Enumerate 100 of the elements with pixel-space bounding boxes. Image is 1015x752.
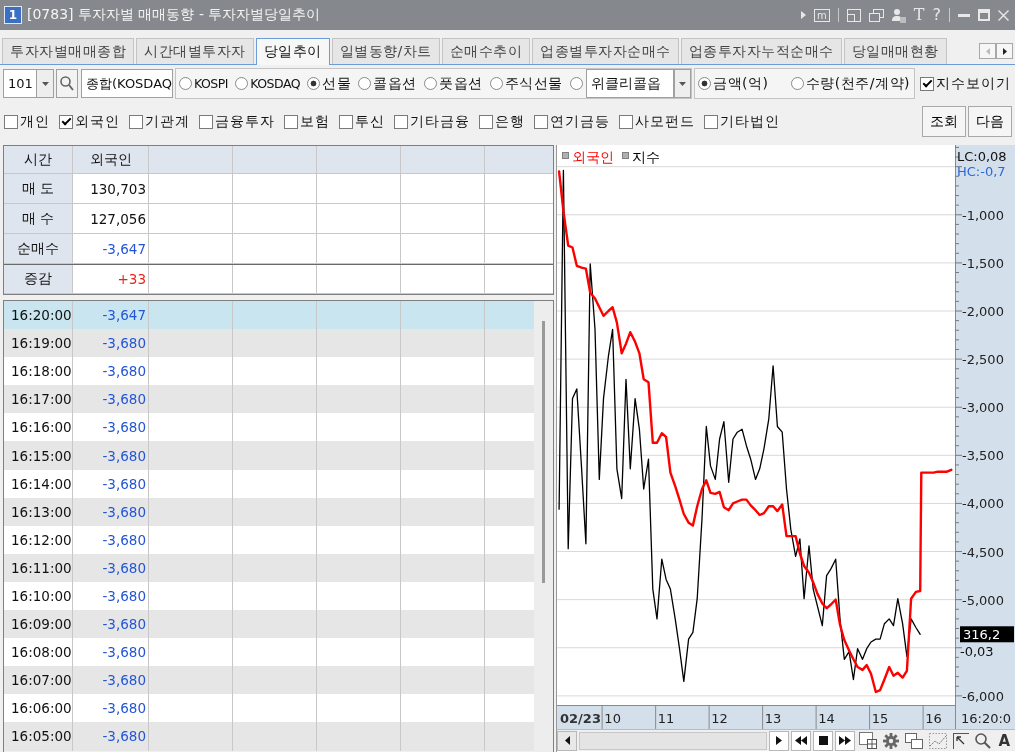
- next-button[interactable]: 다음: [968, 106, 1012, 137]
- table-row[interactable]: 16:19:00 -3,680: [4, 329, 534, 358]
- windows-icon[interactable]: [905, 732, 924, 749]
- checkbox-label[interactable]: 개인: [20, 112, 50, 131]
- checkbox[interactable]: [394, 114, 408, 129]
- checkbox[interactable]: [199, 114, 213, 129]
- row-header: 매 수: [4, 204, 73, 234]
- checkbox-label[interactable]: 사모펀드: [635, 112, 695, 131]
- person-icon[interactable]: [891, 7, 906, 23]
- checkbox[interactable]: [619, 114, 633, 129]
- checkbox-label[interactable]: 지수보이기: [936, 74, 1011, 93]
- cursor-icon[interactable]: [953, 732, 970, 749]
- table-row[interactable]: 16:10:00 -3,680: [4, 581, 534, 611]
- radio-label[interactable]: 주식선물: [504, 74, 563, 93]
- radio-label[interactable]: 금액(억): [713, 74, 769, 93]
- table-row[interactable]: 16:13:00 -3,680: [4, 497, 534, 526]
- table-cell: 127,056: [73, 204, 149, 234]
- table-row[interactable]: 16:20:00 -3,647: [4, 301, 534, 330]
- tab[interactable]: 당일추이: [255, 38, 330, 65]
- window-layout-icon[interactable]: [846, 8, 861, 22]
- checkbox[interactable]: [704, 114, 718, 129]
- radio-button[interactable]: [569, 77, 583, 90]
- window-grid-icon[interactable]: [859, 732, 878, 749]
- radio-label[interactable]: KOSPI: [194, 76, 228, 91]
- checkbox-label[interactable]: 투신: [355, 112, 385, 131]
- table-row[interactable]: 16:05:00 -3,680: [4, 722, 534, 751]
- tab[interactable]: 업종별투자자순매수: [532, 38, 679, 64]
- table-row[interactable]: 16:18:00 -3,680: [4, 357, 534, 386]
- radio-button[interactable]: [307, 77, 321, 90]
- tab[interactable]: 당일매매현황: [843, 38, 947, 64]
- checkbox-label[interactable]: 기타금융: [410, 112, 470, 131]
- table-row[interactable]: 16:07:00 -3,680: [4, 666, 534, 695]
- checkbox-label[interactable]: 금융투자: [215, 112, 275, 131]
- windows-icon[interactable]: [868, 8, 884, 22]
- checkbox[interactable]: [479, 114, 493, 129]
- stop-button[interactable]: [813, 730, 834, 751]
- tab[interactable]: 일별동향/차트: [331, 38, 440, 64]
- dropdown-button[interactable]: [37, 69, 54, 98]
- checkbox[interactable]: [59, 114, 73, 129]
- scroll-left-button[interactable]: [557, 730, 577, 751]
- close-icon[interactable]: [998, 9, 1009, 21]
- table-row[interactable]: 16:14:00 -3,680: [4, 469, 534, 498]
- checkbox-label[interactable]: 연기금등: [550, 112, 610, 131]
- market-field[interactable]: 종합(KOSDAQ: [81, 69, 173, 98]
- rewind-button[interactable]: [791, 730, 812, 751]
- tab[interactable]: 시간대별투자자: [136, 38, 254, 64]
- checkbox-label[interactable]: 외국인: [75, 112, 120, 131]
- checkbox[interactable]: [920, 76, 934, 91]
- radio-label[interactable]: 풋옵션: [439, 74, 483, 93]
- combo-field[interactable]: 위클리콜옵: [585, 69, 674, 98]
- radio-button[interactable]: [235, 77, 249, 90]
- search-icon[interactable]: [975, 732, 992, 749]
- tab[interactable]: 업종투자자누적순매수: [680, 38, 842, 64]
- checkbox[interactable]: [129, 114, 143, 129]
- checkbox-label[interactable]: 기관계: [145, 112, 190, 131]
- caret-down-icon: [678, 81, 686, 86]
- table-row[interactable]: 16:09:00 -3,680: [4, 610, 534, 639]
- checkbox[interactable]: [534, 114, 548, 129]
- maximize-icon[interactable]: [978, 9, 990, 21]
- radio-button[interactable]: [179, 77, 192, 90]
- dotted-line-chart-icon[interactable]: [929, 732, 948, 749]
- radio-button[interactable]: [489, 77, 503, 90]
- table-row[interactable]: 16:06:00 -3,680: [4, 694, 534, 723]
- checkbox[interactable]: [339, 114, 353, 129]
- query-button[interactable]: 조회: [922, 106, 966, 137]
- radio-button[interactable]: [698, 77, 711, 90]
- radio-label[interactable]: 선물: [322, 74, 352, 93]
- code-field[interactable]: 101: [3, 69, 37, 98]
- y-axis-label: -4,000: [962, 496, 1004, 512]
- radio-label[interactable]: 수량(천주/계약): [805, 74, 910, 93]
- radio-button[interactable]: [790, 77, 804, 90]
- table-row[interactable]: 16:16:00 -3,680: [4, 413, 534, 442]
- radio-label[interactable]: KOSDAQ: [250, 76, 301, 91]
- x-axis-label: 14: [818, 711, 835, 726]
- play-button[interactable]: [769, 730, 790, 751]
- tab[interactable]: 순매수추이: [441, 38, 531, 64]
- checkbox[interactable]: [4, 114, 18, 129]
- radio-button[interactable]: [424, 77, 438, 90]
- scroll-right-button[interactable]: [996, 43, 1013, 59]
- minimize-icon[interactable]: [958, 13, 970, 17]
- checkbox[interactable]: [284, 114, 298, 129]
- time-cell: 16:11:00: [4, 553, 73, 582]
- checkbox-label[interactable]: 보험: [300, 112, 330, 131]
- play-icon[interactable]: [801, 11, 807, 19]
- text-tool-button[interactable]: A: [995, 731, 1013, 750]
- gear-icon[interactable]: [883, 732, 900, 749]
- radio-label[interactable]: 콜옵션: [373, 74, 417, 93]
- checkbox-label[interactable]: 기타법인: [720, 112, 780, 131]
- table-row[interactable]: 16:17:00 -3,680: [4, 385, 534, 414]
- table-row[interactable]: 16:11:00 -3,680: [4, 553, 534, 582]
- triangle-left-icon: [564, 736, 570, 745]
- table-row[interactable]: 16:08:00 -3,680: [4, 638, 534, 667]
- radio-button[interactable]: [358, 77, 372, 90]
- checkbox-label[interactable]: 은행: [495, 112, 525, 131]
- table-row[interactable]: 16:12:00 -3,680: [4, 525, 534, 554]
- scrollbar-thumb[interactable]: [542, 321, 545, 583]
- table-row[interactable]: 16:15:00 -3,680: [4, 441, 534, 470]
- tab[interactable]: 투자자별매매종합: [2, 38, 134, 64]
- fast-forward-button[interactable]: [835, 730, 856, 751]
- search-button[interactable]: [56, 69, 78, 98]
